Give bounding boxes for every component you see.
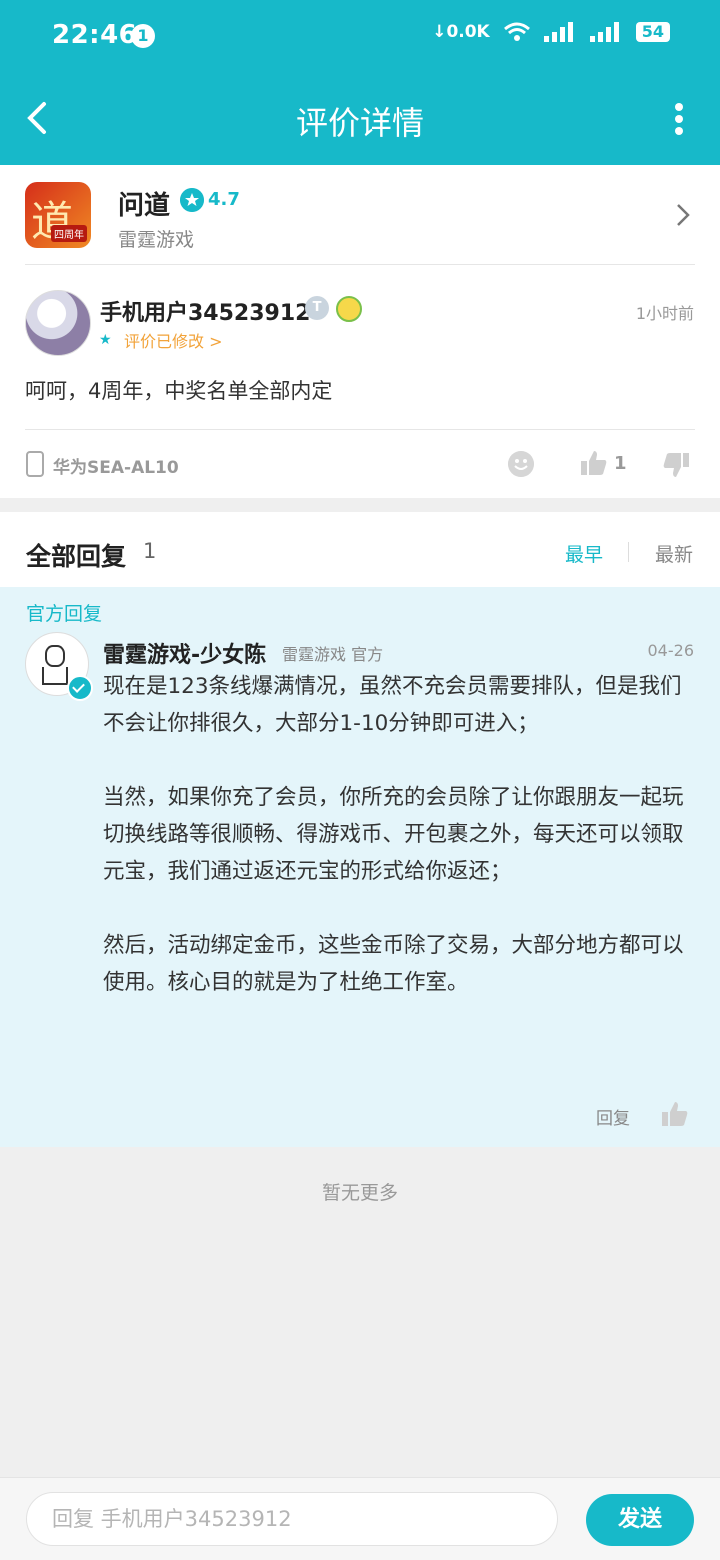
official-reply-label: 官方回复 <box>26 603 103 625</box>
official-reply-body: 现在是123条线爆满情况，虽然不充会员需要排队，但是我们不会让你排很久，大部分1… <box>103 668 698 1038</box>
app-anniversary-tag: 四周年 <box>51 225 87 242</box>
sort-latest-tab[interactable]: 最新 <box>655 540 693 567</box>
thumbs-up-icon[interactable] <box>661 1100 689 1128</box>
review-card: 道 四周年 问道 4.7 雷霆游戏 手机用户34523912 T 1小时前 ★ … <box>0 165 720 498</box>
send-button[interactable]: 发送 <box>586 1494 694 1546</box>
no-more-text: 暂无更多 <box>321 1182 398 1204</box>
divider <box>25 429 695 430</box>
avatar-face <box>45 645 65 667</box>
user-avatar[interactable] <box>25 290 91 356</box>
wifi-icon <box>503 22 530 41</box>
review-content: 呵呵，4周年，中奖名单全部内定 <box>25 379 333 403</box>
official-reply: 官方回复 雷霆游戏-少女陈 雷霆游戏 官方 04-26 现在是123条线爆满情况… <box>0 587 720 1147</box>
replies-title: 全部回复 <box>26 542 127 571</box>
reply-input[interactable] <box>26 1492 558 1546</box>
replies-header: 全部回复 1 最早 最新 <box>0 512 720 587</box>
official-author[interactable]: 雷霆游戏-少女陈 <box>103 637 266 669</box>
app-name[interactable]: 问道 <box>118 185 170 222</box>
star-icon: ★ <box>99 332 112 348</box>
signal-icon <box>543 22 573 42</box>
official-meta: 雷霆游戏 官方 <box>282 645 384 664</box>
status-indicators: ↓0.0K 54 <box>432 22 670 42</box>
emoji-icon[interactable] <box>508 451 534 477</box>
more-options-icon[interactable] <box>674 102 684 136</box>
app-icon[interactable]: 道 四周年 <box>25 182 91 248</box>
rating-star-icon <box>180 188 204 212</box>
phone-icon <box>26 451 44 477</box>
verified-icon <box>67 675 93 701</box>
like-count: 1 <box>614 453 627 474</box>
official-date: 04-26 <box>647 641 695 660</box>
sort-divider <box>628 542 629 562</box>
review-status[interactable]: 评价已修改 > <box>124 328 223 352</box>
app-developer: 雷霆游戏 <box>118 229 195 251</box>
signal-icon-2 <box>589 22 619 42</box>
review-user-name[interactable]: 手机用户34523912 <box>100 295 310 327</box>
replies-count: 1 <box>143 539 157 563</box>
chevron-right-icon[interactable] <box>676 203 690 227</box>
status-time: 22:46 <box>52 20 138 50</box>
top-bar: 22:46 1 ↓0.0K 54 评价详情 <box>0 0 720 165</box>
user-avatar-badge <box>336 296 362 322</box>
review-device: 华为SEA-AL10 <box>53 458 179 478</box>
reply-paragraph: 当然，如果你充了会员，你所充的会员除了让你跟朋友一起玩切换线路等很顺畅、得游戏币… <box>103 785 684 884</box>
review-time: 1小时前 <box>635 304 694 323</box>
app-rating: 4.7 <box>208 189 240 210</box>
page-title: 评价详情 <box>295 104 424 142</box>
thumbs-down-icon[interactable] <box>662 451 690 479</box>
divider <box>25 264 695 265</box>
network-speed: ↓0.0K <box>432 22 490 42</box>
reply-bar: 发送 <box>0 1477 720 1560</box>
reply-paragraph: 现在是123条线爆满情况，虽然不充会员需要排队，但是我们不会让你排很久，大部分1… <box>103 674 682 736</box>
thumbs-up-icon[interactable] <box>580 449 608 477</box>
user-level-badge: T <box>305 296 329 320</box>
battery-icon: 54 <box>635 22 670 42</box>
reply-button[interactable]: 回复 <box>596 1104 630 1129</box>
reply-paragraph: 然后，活动绑定金币，这些金币除了交易，大部分地方都可以使用。核心目的就是为了杜绝… <box>103 933 684 995</box>
notification-count-badge: 1 <box>131 24 155 48</box>
sort-earliest-tab[interactable]: 最早 <box>565 540 603 567</box>
avatar-body <box>42 667 68 685</box>
